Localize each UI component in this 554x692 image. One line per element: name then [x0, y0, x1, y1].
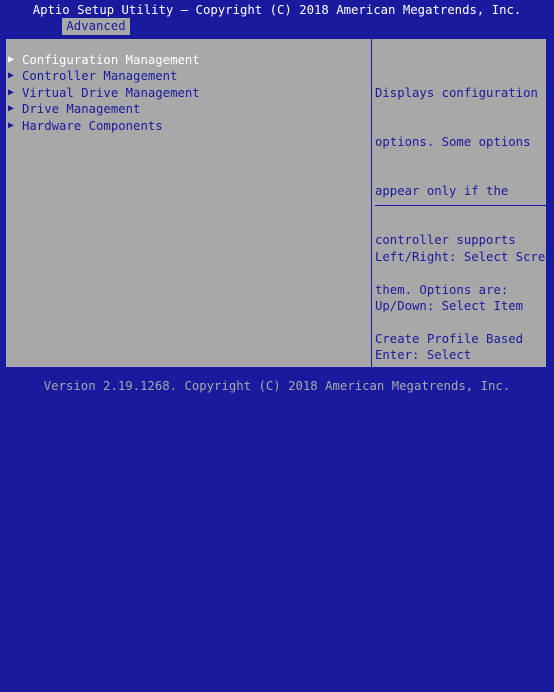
pane-divider	[371, 39, 372, 367]
key-line: Left/Right: Select Screen	[375, 249, 554, 264]
triangle-right-icon: ▶	[8, 103, 15, 115]
triangle-right-icon: ▶	[8, 119, 15, 131]
triangle-right-icon: ▶	[8, 86, 15, 98]
help-line: appear only if the	[375, 184, 509, 199]
menu-item-label: Hardware Components	[22, 118, 163, 133]
key-line: ESC: Exit	[375, 643, 442, 658]
main-panel: ▶ Configuration Management ▶ Controller Ma…	[5, 38, 554, 658]
menu-pane: ▶ Configuration Management ▶ Controller Ma…	[6, 39, 371, 367]
menu-item-label: Controller Management	[22, 69, 178, 84]
key-line: +/-: Change Opt.	[375, 397, 494, 412]
triangle-right-icon: ▶	[8, 70, 15, 82]
help-line: Displays configuration	[375, 85, 538, 100]
key-line: Up/Down: Select Item	[375, 299, 524, 314]
key-line: Enter: Select	[375, 348, 472, 363]
menu-item-virtual-drive-management[interactable]: ▶ Virtual Drive Management	[8, 85, 200, 101]
key-legend: Left/Right: Select Screen Up/Down: Selec…	[375, 216, 554, 692]
key-line: F9: Optimized Defaults	[375, 545, 538, 560]
menu-item-label: Configuration Management	[22, 53, 200, 67]
window-title: Aptio Setup Utility – Copyright (C) 2018…	[32, 3, 522, 17]
menu-item-label: Drive Management	[22, 102, 141, 117]
menu-item-label: Virtual Drive Management	[22, 85, 200, 100]
key-line: F1: General Help	[375, 446, 494, 461]
triangle-right-icon: ▶	[8, 54, 15, 65]
tab-advanced[interactable]: Advanced	[62, 18, 130, 35]
menu-item-controller-management[interactable]: ▶ Controller Management	[8, 68, 200, 84]
menu-list: ▶ Configuration Management ▶ Controller Ma…	[8, 52, 200, 134]
menu-item-hardware-components[interactable]: ▶ Hardware Components	[8, 118, 200, 134]
menu-item-drive-management[interactable]: ▶ Drive Management	[8, 101, 200, 117]
bios-setup-screen: { "header": { "title": "Aptio Setup Util…	[0, 0, 554, 658]
key-line: F10: Save & Exit	[375, 594, 494, 609]
help-divider	[375, 205, 549, 206]
help-line: options. Some options	[375, 135, 531, 150]
version-footer: Version 2.19.1268. Copyright (C) 2018 Am…	[43, 379, 511, 393]
menu-item-configuration-management[interactable]: ▶ Configuration Management	[8, 52, 200, 68]
key-line: F2: Previous Values	[375, 495, 516, 510]
help-pane: Displays configuration options. Some opt…	[373, 39, 554, 658]
